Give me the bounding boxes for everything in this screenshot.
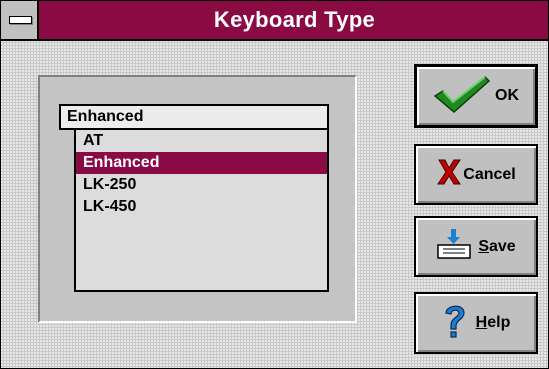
keyboard-type-list[interactable]: AT Enhanced LK-250 LK-450 bbox=[74, 130, 329, 292]
question-mark-icon bbox=[442, 302, 468, 345]
system-menu-button[interactable] bbox=[1, 1, 39, 39]
list-item[interactable]: AT bbox=[76, 130, 327, 152]
keyboard-type-combo[interactable]: Enhanced bbox=[59, 104, 329, 130]
cancel-label: Cancel bbox=[463, 165, 516, 183]
checkmark-icon bbox=[433, 74, 491, 119]
ok-button[interactable]: OK bbox=[414, 64, 538, 128]
list-item[interactable]: LK-450 bbox=[76, 196, 327, 218]
help-button[interactable]: Help bbox=[414, 292, 538, 354]
help-label: Help bbox=[475, 314, 511, 331]
title-bar: Keyboard Type bbox=[1, 1, 548, 41]
save-tray-icon bbox=[436, 228, 472, 265]
save-label: Save bbox=[478, 237, 516, 255]
system-menu-icon bbox=[9, 16, 32, 24]
window-title: Keyboard Type bbox=[213, 7, 376, 32]
save-button[interactable]: Save bbox=[414, 216, 538, 277]
cancel-button[interactable]: Cancel bbox=[414, 144, 538, 205]
cancel-x-icon bbox=[436, 157, 462, 192]
list-item-selected[interactable]: Enhanced bbox=[76, 152, 327, 174]
ok-label: OK bbox=[495, 87, 519, 104]
list-item[interactable]: LK-250 bbox=[76, 174, 327, 196]
keyboard-type-dialog: Keyboard Type Enhanced AT Enhanced LK-25… bbox=[0, 0, 549, 369]
